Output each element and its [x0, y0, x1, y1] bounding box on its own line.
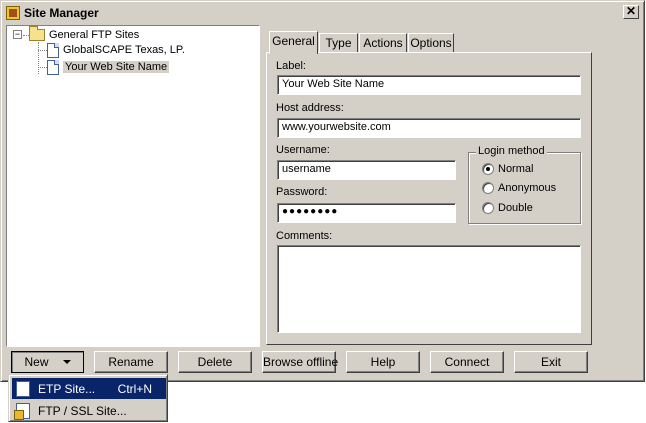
radio-checked-icon[interactable]: [482, 163, 494, 175]
browse-offline-button[interactable]: Browse offline: [262, 351, 338, 373]
radio-anonymous[interactable]: Anonymous: [482, 182, 556, 194]
site-page-icon: [47, 42, 59, 58]
label-input[interactable]: Your Web Site Name: [277, 75, 581, 95]
label-caption: Label:: [276, 60, 306, 72]
new-dropdown-menu: ETP Site... Ctrl+N FTP / SSL Site...: [8, 374, 168, 422]
radio-label: Double: [498, 202, 533, 214]
menu-item-label: ETP Site...: [38, 381, 96, 396]
page-icon: [16, 380, 30, 397]
username-caption: Username:: [276, 144, 330, 156]
tree-connector: [38, 42, 39, 74]
tree-connector: [38, 67, 47, 68]
dropdown-arrow-icon: [62, 360, 71, 364]
delete-button[interactable]: Delete: [178, 351, 252, 373]
tree-connector: [38, 50, 47, 51]
tree-item-general-ftp-sites[interactable]: General FTP Sites: [29, 26, 140, 43]
new-button[interactable]: New: [11, 351, 84, 373]
host-address-input[interactable]: www.yourwebsite.com: [277, 118, 581, 138]
window-title: Site Manager: [24, 6, 99, 20]
site-tree[interactable]: − General FTP Sites GlobalSCAPE Texas, L…: [6, 25, 260, 347]
collapse-icon[interactable]: −: [13, 30, 22, 39]
menu-shortcut: Ctrl+N: [117, 381, 152, 396]
folder-icon: [29, 26, 45, 41]
host-address-caption: Host address:: [276, 102, 344, 114]
password-input[interactable]: ●●●●●●●●: [277, 203, 456, 223]
tree-item-label: Your Web Site Name: [63, 61, 170, 73]
rename-button[interactable]: Rename: [94, 351, 168, 373]
tab-options[interactable]: Options: [408, 33, 454, 53]
radio-normal[interactable]: Normal: [482, 163, 533, 175]
tab-type[interactable]: Type: [319, 33, 358, 53]
comments-caption: Comments:: [276, 230, 333, 242]
menu-item-ftp-site[interactable]: ETP Site... Ctrl+N: [12, 378, 166, 399]
radio-double[interactable]: Double: [482, 202, 533, 214]
close-button[interactable]: ✕: [623, 5, 639, 19]
radio-unchecked-icon[interactable]: [482, 182, 494, 194]
site-page-icon: [47, 59, 59, 75]
title-bar[interactable]: Site Manager ✕: [4, 4, 641, 22]
connect-button[interactable]: Connect: [430, 351, 504, 373]
radio-unchecked-icon[interactable]: [482, 202, 494, 214]
login-method-caption: Login method: [476, 145, 547, 157]
tree-item-globalscape[interactable]: GlobalSCAPE Texas, LP.: [47, 42, 185, 58]
exit-button[interactable]: Exit: [514, 351, 588, 373]
site-manager-icon: [6, 6, 20, 20]
menu-item-label: FTP / SSL Site...: [38, 403, 127, 418]
tree-item-label: General FTP Sites: [49, 29, 140, 41]
password-caption: Password:: [276, 186, 328, 198]
comments-textarea[interactable]: [277, 245, 581, 333]
new-button-label: New: [24, 355, 49, 369]
tree-item-label: GlobalSCAPE Texas, LP.: [63, 44, 185, 56]
site-manager-window: Site Manager ✕ − General FTP Sites Globa…: [0, 0, 645, 382]
username-input[interactable]: username: [277, 160, 456, 180]
menu-item-ftp-ssl-site[interactable]: FTP / SSL Site...: [12, 400, 166, 421]
tab-actions[interactable]: Actions: [359, 33, 407, 53]
radio-label: Anonymous: [498, 182, 557, 194]
lock-page-icon: [14, 402, 30, 420]
tab-general[interactable]: General: [269, 31, 318, 54]
tree-item-your-web-site[interactable]: Your Web Site Name: [47, 59, 170, 75]
help-button[interactable]: Help: [346, 351, 420, 373]
radio-label: Normal: [498, 163, 534, 175]
